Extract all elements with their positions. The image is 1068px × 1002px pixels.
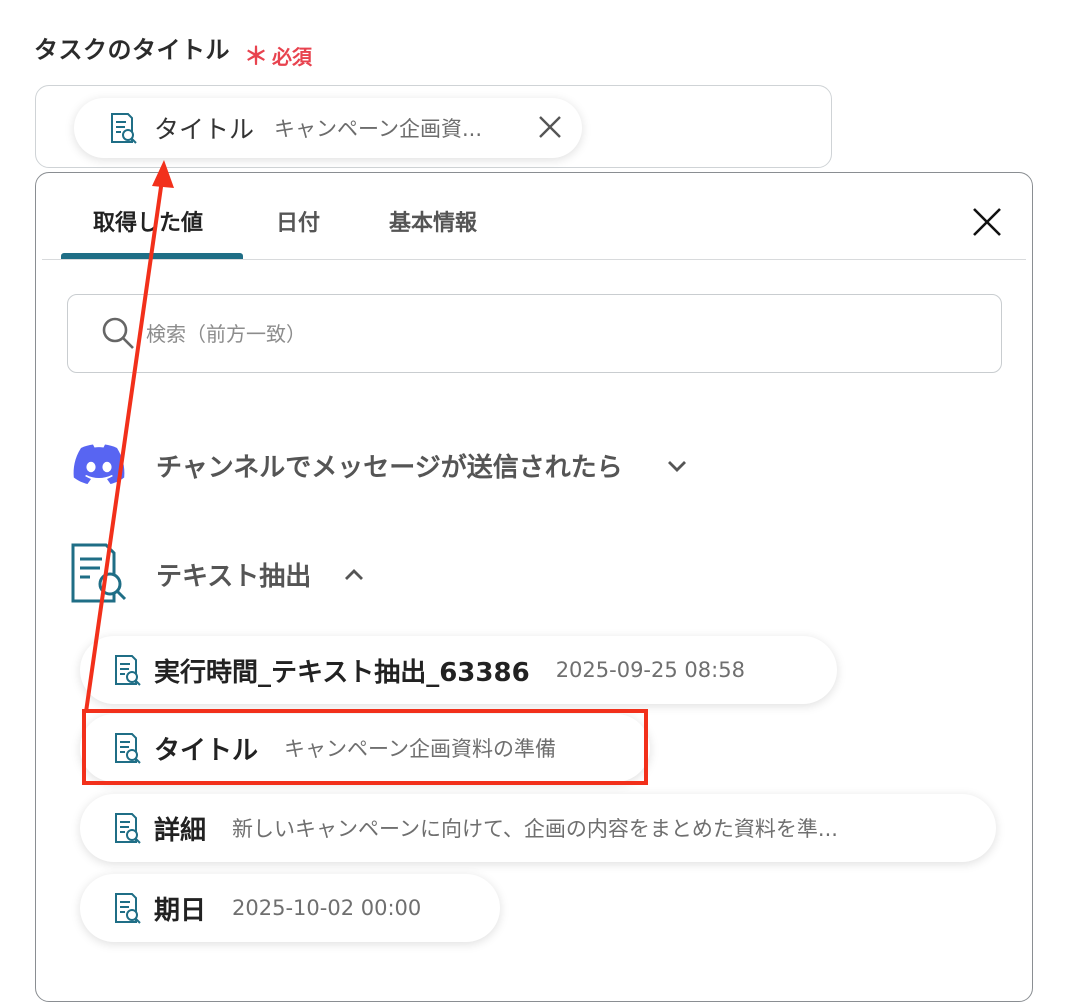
chevron-down-icon[interactable] bbox=[664, 453, 690, 479]
close-icon[interactable] bbox=[971, 206, 1003, 238]
section-text-extraction[interactable]: テキスト抽出 bbox=[36, 538, 1032, 608]
item-value: 2025-09-25 08:58 bbox=[555, 658, 745, 682]
section-title: テキスト抽出 bbox=[156, 562, 312, 592]
list-item[interactable]: 詳細 新しいキャンペーンに向けて、企画の内容をまとめた資料を準... bbox=[80, 794, 996, 862]
discord-icon bbox=[73, 444, 125, 484]
selected-value-chip[interactable]: タイトル キャンペーン企画資... bbox=[74, 98, 582, 158]
tab-date[interactable]: 日付 bbox=[276, 205, 320, 237]
field-label: タスクのタイトル bbox=[34, 36, 230, 64]
chip-value: キャンペーン企画資... bbox=[274, 117, 482, 141]
chevron-up-icon[interactable] bbox=[341, 562, 367, 588]
tab-acquired-values[interactable]: 取得した値 bbox=[93, 205, 203, 237]
document-search-icon bbox=[115, 655, 141, 686]
chip-label: タイトル bbox=[154, 115, 255, 144]
annotation-highlight-box bbox=[82, 709, 648, 785]
list-item[interactable]: 実行時間_テキスト抽出_63386 2025-09-25 08:58 bbox=[80, 636, 837, 704]
section-discord-trigger[interactable]: チャンネルでメッセージが送信されたら bbox=[36, 431, 1032, 501]
item-value: 新しいキャンペーンに向けて、企画の内容をまとめた資料を準... bbox=[232, 817, 838, 841]
search-field[interactable] bbox=[67, 294, 1002, 373]
item-label: 実行時間_テキスト抽出_63386 bbox=[154, 657, 530, 688]
document-search-icon bbox=[115, 893, 141, 924]
required-asterisk: ＊ bbox=[244, 42, 268, 70]
document-search-icon bbox=[71, 543, 127, 603]
document-search-icon bbox=[111, 113, 137, 144]
search-icon bbox=[102, 317, 134, 349]
item-value: 2025-10-02 00:00 bbox=[232, 896, 422, 920]
tab-basic-info[interactable]: 基本情報 bbox=[389, 205, 477, 237]
item-label: 詳細 bbox=[154, 815, 207, 846]
required-text: 必須 bbox=[272, 45, 312, 69]
required-indicator: ＊必須 bbox=[244, 36, 312, 71]
item-label: 期日 bbox=[154, 895, 207, 926]
tab-bar: 取得した値 日付 基本情報 bbox=[36, 173, 1032, 261]
document-search-icon bbox=[115, 813, 141, 844]
list-item[interactable]: 期日 2025-10-02 00:00 bbox=[80, 874, 500, 942]
remove-chip-icon[interactable] bbox=[536, 113, 564, 141]
tab-divider bbox=[42, 259, 1026, 260]
search-input[interactable] bbox=[144, 313, 968, 355]
section-title: チャンネルでメッセージが送信されたら bbox=[156, 453, 623, 483]
